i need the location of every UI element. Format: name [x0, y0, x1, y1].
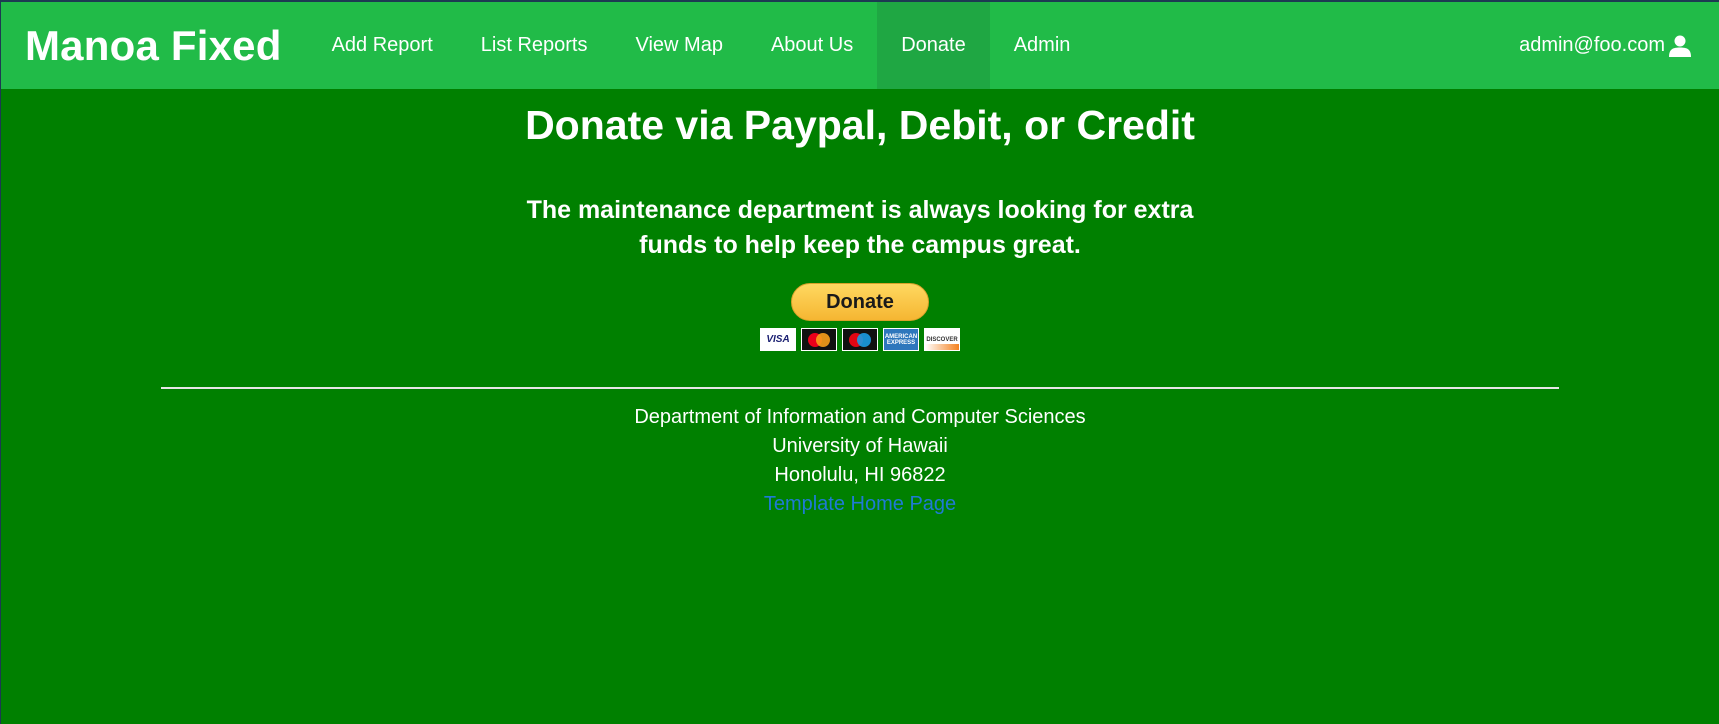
mastercard-card-icon — [801, 328, 837, 351]
footer-department: Department of Information and Computer S… — [634, 406, 1086, 428]
payment-cards: VISA AMERICAN EXPRESS DISCOVER — [760, 328, 960, 351]
footer: Department of Information and Computer S… — [1, 403, 1719, 519]
nav-items: Add Report List Reports View Map About U… — [308, 2, 1095, 89]
donation-description: The maintenance department is always loo… — [526, 196, 1194, 259]
page-title: Donate via Paypal, Debit, or Credit — [525, 102, 1195, 148]
nav-item-list-reports[interactable]: List Reports — [457, 2, 612, 89]
template-home-link[interactable]: Template Home Page — [1, 490, 1719, 519]
visa-card-icon: VISA — [760, 328, 796, 351]
navbar: Manoa Fixed Add Report List Reports View… — [1, 2, 1719, 89]
discover-card-icon: DISCOVER — [924, 328, 960, 351]
nav-item-view-map[interactable]: View Map — [611, 2, 746, 89]
footer-divider — [161, 387, 1559, 389]
paypal-donate-button[interactable]: Donate — [791, 283, 929, 321]
paypal-donate-widget: Donate VISA AMERICAN EXPRESS DISCOVER — [1, 283, 1719, 351]
nav-item-donate[interactable]: Donate — [877, 2, 990, 89]
footer-address: Honolulu, HI 96822 — [774, 464, 946, 486]
page: Manoa Fixed Add Report List Reports View… — [0, 0, 1719, 724]
maestro-card-icon — [842, 328, 878, 351]
nav-item-about-us[interactable]: About Us — [747, 2, 877, 89]
main-content: Donate via Paypal, Debit, or Credit The … — [1, 89, 1719, 519]
nav-item-add-report[interactable]: Add Report — [308, 2, 457, 89]
user-menu[interactable]: admin@foo.com — [1519, 2, 1691, 89]
brand-logo[interactable]: Manoa Fixed — [25, 22, 282, 70]
user-email: admin@foo.com — [1519, 34, 1665, 56]
user-icon — [1669, 35, 1691, 57]
footer-university: University of Hawaii — [772, 435, 948, 457]
amex-card-icon: AMERICAN EXPRESS — [883, 328, 919, 351]
nav-item-admin[interactable]: Admin — [990, 2, 1095, 89]
